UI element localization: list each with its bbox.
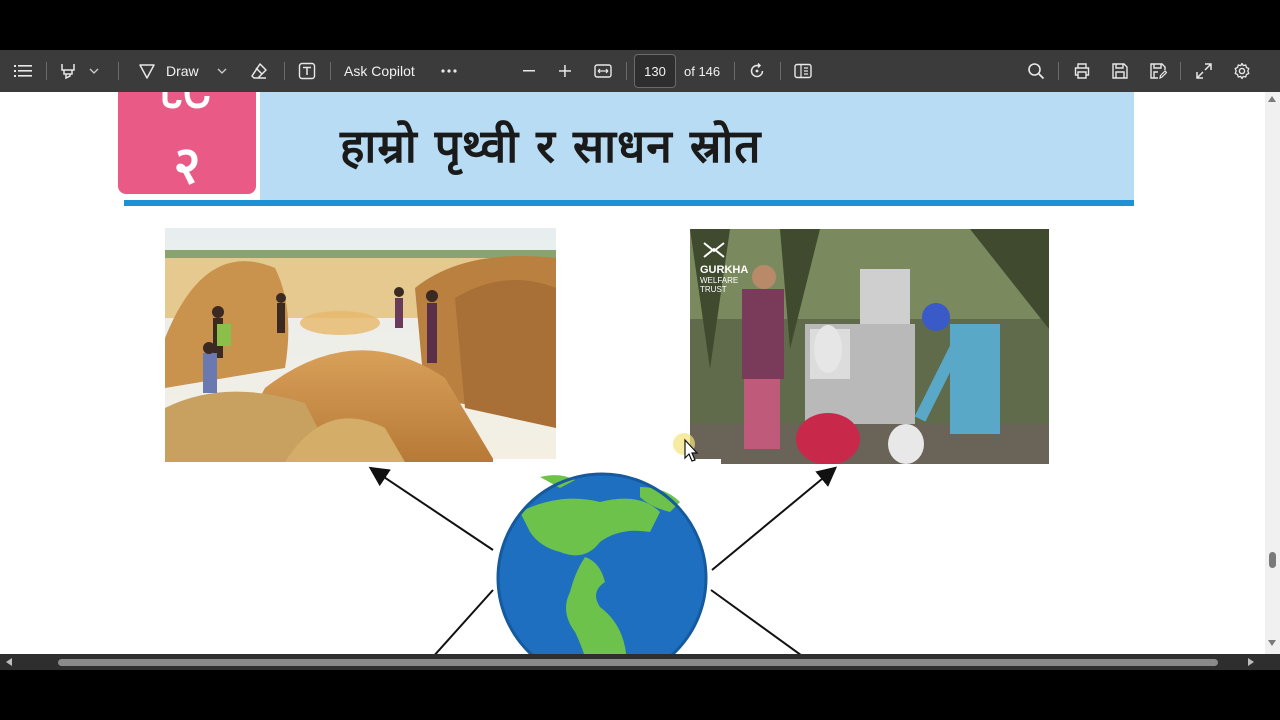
fullscreen-icon[interactable] — [1192, 50, 1216, 92]
toolbar-separator — [330, 62, 331, 80]
arrow-to-harvest — [368, 466, 494, 551]
draw-dropdown-icon[interactable] — [214, 50, 230, 92]
save-icon[interactable] — [1108, 50, 1132, 92]
scroll-up-arrow-icon[interactable] — [1268, 96, 1276, 102]
toolbar-separator — [1180, 62, 1181, 80]
eraser-icon[interactable] — [246, 50, 272, 92]
letterbox-bottom — [0, 670, 1280, 720]
highlighter-icon[interactable] — [56, 50, 80, 92]
toolbar-separator — [734, 62, 735, 80]
fit-width-icon[interactable] — [590, 50, 616, 92]
zoom-out-icon[interactable] — [518, 50, 540, 92]
draw-label: Draw — [166, 63, 199, 79]
ask-copilot-button[interactable]: Ask Copilot — [344, 50, 426, 92]
arrow-bottom-left — [434, 589, 494, 654]
contents-icon[interactable] — [10, 50, 36, 92]
letterbox-top — [0, 0, 1280, 50]
page-view-icon[interactable] — [790, 50, 816, 92]
rotate-icon[interactable] — [744, 50, 770, 92]
toolbar-separator — [46, 62, 47, 80]
page-total-label: of 146 — [684, 63, 721, 79]
toolbar-separator — [626, 62, 627, 80]
vertical-scrollbar[interactable] — [1265, 92, 1280, 654]
toolbar-separator — [118, 62, 119, 80]
settings-icon[interactable] — [1230, 50, 1254, 92]
scroll-right-arrow-icon[interactable] — [1248, 658, 1254, 666]
vertical-scroll-thumb[interactable] — [1269, 552, 1276, 568]
mouse-cursor-icon — [673, 433, 699, 462]
scroll-down-arrow-icon[interactable] — [1268, 640, 1276, 646]
toolbar-separator — [780, 62, 781, 80]
search-icon[interactable] — [1024, 50, 1048, 92]
zoom-in-icon[interactable] — [554, 50, 576, 92]
ask-copilot-label: Ask Copilot — [344, 63, 415, 79]
print-icon[interactable] — [1070, 50, 1094, 92]
horizontal-scroll-thumb[interactable] — [58, 659, 1218, 666]
draw-icon[interactable] — [134, 50, 160, 92]
arrow-bottom-right — [710, 589, 802, 654]
arrow-to-water — [711, 466, 838, 571]
page-total: of 146 — [684, 50, 724, 92]
text-box-icon[interactable] — [294, 50, 320, 92]
document-viewport[interactable]: २ हाम्रो पृथ्वी र साधन स्रोत GURKHA WELF… — [0, 92, 1265, 654]
highlighter-dropdown-icon[interactable] — [86, 50, 102, 92]
save-as-icon[interactable] — [1146, 50, 1170, 92]
earth-globe — [496, 472, 708, 654]
page-number-input[interactable] — [634, 54, 676, 88]
toolbar-separator — [284, 62, 285, 80]
draw-button[interactable]: Draw — [166, 50, 206, 92]
scroll-left-arrow-icon[interactable] — [6, 658, 12, 666]
more-icon[interactable] — [436, 50, 462, 92]
horizontal-scrollbar[interactable] — [0, 654, 1280, 670]
resource-diagram — [368, 459, 838, 654]
toolbar-separator — [1058, 62, 1059, 80]
